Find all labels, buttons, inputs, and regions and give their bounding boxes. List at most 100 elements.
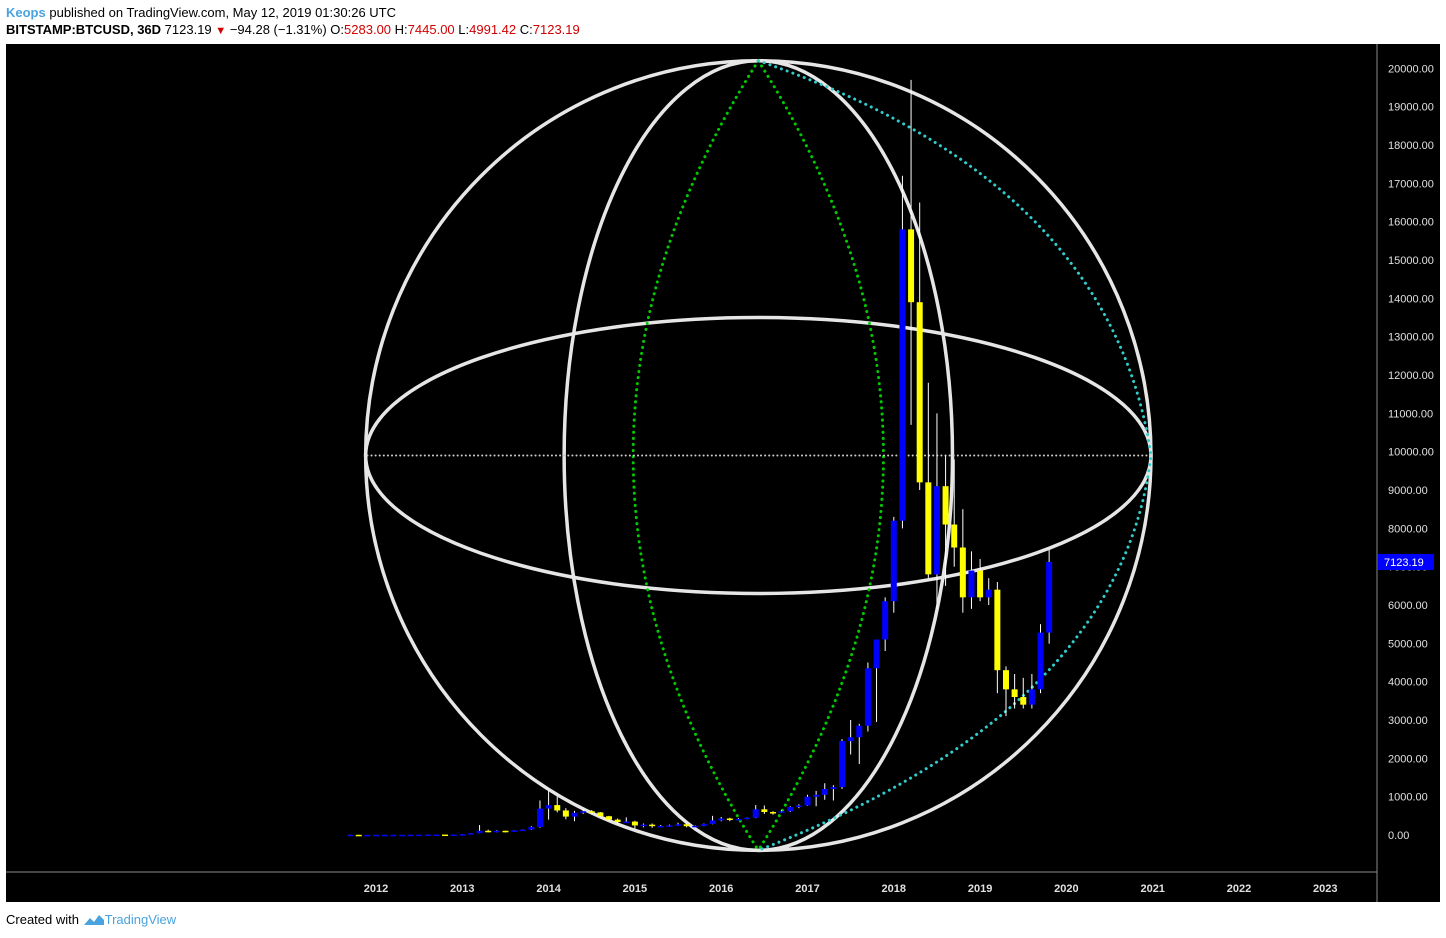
- candle-body-up: [398, 834, 405, 837]
- open-value: 5283.00: [344, 22, 392, 37]
- price-tick-4: 4000.00: [1388, 677, 1428, 689]
- candle-body-up: [493, 830, 500, 833]
- price-axis[interactable]: 0.00 1000.00 2000.00 3000.00 4000.00 5000.00 6…: [1388, 63, 1434, 842]
- candle-body-up: [571, 812, 578, 817]
- candle-body-up: [795, 805, 802, 808]
- candle-80: [1037, 624, 1044, 694]
- candle-body-down: [588, 811, 595, 813]
- candle-51: [787, 806, 794, 813]
- candle-body-up: [821, 789, 828, 795]
- price-change: −94.28 (−1.31%): [229, 22, 327, 37]
- candle-11: [442, 834, 449, 837]
- candle-2: [364, 834, 371, 837]
- year-tick-0: 2012: [364, 883, 388, 895]
- year-tick-6: 2018: [882, 883, 906, 895]
- candle-body-up: [1037, 632, 1044, 690]
- candle-body-down: [355, 834, 362, 837]
- candle-20: [519, 829, 526, 832]
- candle-body-up: [700, 823, 707, 826]
- candle-60: [864, 662, 871, 732]
- candle-body-up: [778, 811, 785, 813]
- candle-14: [467, 833, 474, 835]
- candle-body-up: [528, 826, 535, 830]
- candle-13: [459, 834, 466, 836]
- price-tick-17: 17000.00: [1388, 178, 1434, 190]
- candle-body-down: [562, 810, 569, 817]
- year-tick-5: 2017: [795, 883, 819, 895]
- price-tick-5: 5000.00: [1388, 638, 1428, 650]
- candle-body-down: [916, 302, 923, 483]
- candle-body-up: [830, 787, 837, 790]
- candlestick-chart[interactable]: 0.00 1000.00 2000.00 3000.00 4000.00 5000.00 6…: [6, 44, 1440, 902]
- candle-body-up: [985, 589, 992, 598]
- candle-body-up: [968, 570, 975, 598]
- price-tick-6: 6000.00: [1388, 600, 1428, 612]
- candle-body-up: [450, 834, 457, 837]
- low-value: 4991.42: [469, 22, 517, 37]
- year-tick-1: 2013: [450, 883, 474, 895]
- price-tick-3: 3000.00: [1388, 715, 1428, 727]
- candle-body-up: [1046, 561, 1053, 633]
- year-tick-8: 2020: [1054, 883, 1078, 895]
- price-tick-18: 18000.00: [1388, 140, 1434, 152]
- year-tick-2: 2014: [536, 883, 561, 895]
- publish-line: Keops published on TradingView.com, May …: [6, 5, 396, 20]
- close-label: C:: [519, 22, 533, 37]
- last-price: 7123.19: [164, 22, 212, 37]
- year-tick-7: 2019: [968, 883, 992, 895]
- candle-body-up: [424, 834, 431, 837]
- candle-81: [1046, 549, 1053, 644]
- candle-body-down: [649, 824, 656, 827]
- candle-0: [347, 834, 354, 837]
- year-tick-10: 2022: [1227, 883, 1251, 895]
- candle-body-up: [476, 830, 483, 834]
- candle-body-down: [994, 589, 1001, 671]
- footer: Created with TradingView: [6, 912, 176, 927]
- candle-body-up: [718, 818, 725, 821]
- candle-body-down: [959, 547, 966, 598]
- author-name[interactable]: Keops: [6, 5, 46, 20]
- tradingview-logo-icon[interactable]: [83, 913, 105, 926]
- candle-body-up: [804, 796, 811, 806]
- year-tick-11: 2023: [1313, 883, 1337, 895]
- price-tick-20: 20000.00: [1388, 63, 1434, 75]
- candle-body-up: [744, 817, 751, 820]
- candle-body-up: [752, 809, 759, 818]
- candle-body-up: [856, 725, 863, 738]
- candle-body-down: [485, 830, 492, 833]
- price-tick-15: 15000.00: [1388, 255, 1434, 267]
- candle-body-down: [977, 570, 984, 598]
- candle-57: [839, 739, 846, 790]
- candle-body-up: [675, 824, 682, 826]
- candle-6: [398, 834, 405, 837]
- candle-body-up: [347, 834, 354, 837]
- price-tick-14: 14000.00: [1388, 293, 1434, 305]
- candle-63: [890, 516, 897, 613]
- brand-link[interactable]: TradingView: [105, 912, 177, 927]
- candle-body-up: [511, 830, 518, 832]
- candle-body-up: [735, 818, 742, 821]
- candle-10: [433, 834, 440, 837]
- last-price-badge-text: 7123.19: [1384, 557, 1424, 569]
- price-tick-8: 8000.00: [1388, 523, 1428, 535]
- candle-12: [450, 834, 457, 837]
- candle-body-up: [882, 601, 889, 640]
- candle-5: [390, 834, 397, 837]
- low-label: L:: [458, 22, 470, 37]
- candle-body-down: [908, 229, 915, 303]
- price-tick-2: 2000.00: [1388, 753, 1428, 765]
- price-tick-1: 1000.00: [1388, 792, 1428, 804]
- candle-3: [373, 834, 379, 837]
- chart-panel[interactable]: 0.00 1000.00 2000.00 3000.00 4000.00 5000.00 6…: [6, 44, 1440, 902]
- candle-body-down: [925, 482, 932, 575]
- candle-body-up: [873, 639, 880, 669]
- candle-body-down: [951, 524, 958, 548]
- price-tick-11: 11000.00: [1388, 408, 1433, 420]
- candle-body-up: [666, 825, 673, 827]
- candle-body-up: [580, 811, 587, 813]
- candle-body-up: [390, 834, 397, 837]
- candle-1: [355, 834, 362, 837]
- candle-body-down: [502, 830, 509, 833]
- year-tick-9: 2021: [1140, 883, 1164, 895]
- candle-body-up: [459, 834, 466, 836]
